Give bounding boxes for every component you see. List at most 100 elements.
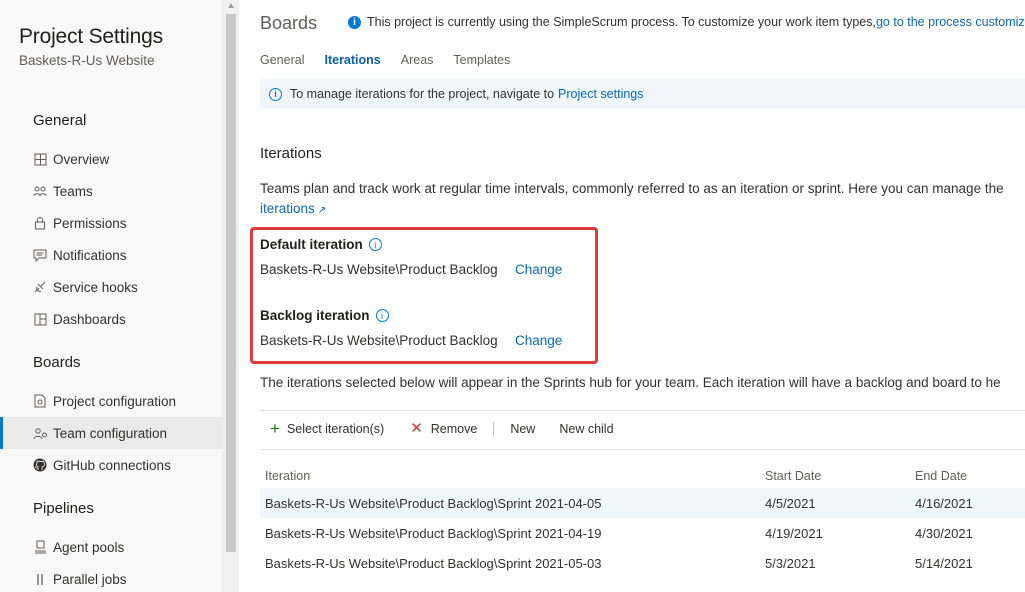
table-row[interactable]: Baskets-R-Us Website\Product Backlog\Spr…	[260, 488, 1025, 518]
sidebar-item-label: Parallel jobs	[53, 571, 127, 587]
sidebar-title: Project Settings	[19, 25, 163, 48]
close-icon: ✕	[410, 420, 423, 437]
sidebar-item-label: Service hooks	[53, 279, 138, 295]
app-window: Project Settings Baskets-R-Us Website Ge…	[0, 0, 1025, 592]
iteration-path: Baskets-R-Us Website\Product Backlog\Spr…	[265, 496, 602, 511]
iterations-learn-link[interactable]: iterations	[260, 201, 315, 216]
remove-button[interactable]: ✕ Remove	[410, 420, 478, 437]
agent-pools-icon	[32, 539, 48, 555]
info-icon[interactable]: i	[368, 238, 382, 251]
select-iterations-button[interactable]: + Select iteration(s)	[270, 419, 385, 438]
column-header-end-date[interactable]: End Date	[915, 469, 967, 483]
iterations-toolbar: + Select iteration(s) ✕ Remove New New c…	[270, 419, 630, 438]
team-config-icon	[32, 425, 48, 441]
default-iteration-label: Default iteration i	[260, 237, 382, 252]
sidebar-item-label: Agent pools	[53, 539, 125, 555]
process-info-message: i This project is currently using the Si…	[348, 15, 1025, 29]
sidebar-item-overview[interactable]: Overview	[0, 143, 222, 175]
info-icon[interactable]: i	[375, 309, 389, 322]
project-settings-link[interactable]: Project settings	[558, 87, 643, 101]
tab-iterations[interactable]: Iterations	[324, 53, 380, 67]
iterations-description: Teams plan and track work at regular tim…	[260, 179, 1004, 221]
sidebar-item-label: Teams	[53, 183, 93, 199]
sidebar-item-label: Dashboards	[53, 311, 126, 327]
sidebar-item-project-configuration[interactable]: Project configuration	[0, 385, 222, 417]
info-banner: i To manage iterations for the project, …	[260, 79, 1025, 109]
scroll-up-arrow-icon[interactable]	[228, 3, 234, 8]
section-heading-general: General	[33, 112, 87, 129]
section-heading-pipelines: Pipelines	[33, 500, 94, 517]
column-header-iteration[interactable]: Iteration	[265, 469, 310, 483]
overview-icon	[32, 151, 48, 167]
parallel-jobs-icon	[32, 571, 48, 587]
end-date: 4/30/2021	[915, 526, 973, 541]
sidebar-item-label: Permissions	[53, 215, 127, 231]
service-hooks-icon	[32, 279, 48, 295]
teams-icon	[32, 183, 48, 199]
lock-icon	[32, 215, 48, 231]
tab-general[interactable]: General	[260, 53, 304, 67]
sidebar-item-parallel-jobs[interactable]: Parallel jobs	[0, 563, 222, 592]
plus-icon: +	[270, 419, 280, 438]
new-child-button[interactable]: New child	[559, 422, 613, 436]
sidebar-item-team-configuration[interactable]: Team configuration	[0, 417, 222, 449]
iterations-selection-note: The iterations selected below will appea…	[260, 375, 1001, 390]
sidebar-item-agent-pools[interactable]: Agent pools	[0, 531, 222, 563]
external-link-icon: ↗	[317, 205, 327, 216]
sidebar-item-label: Team configuration	[53, 425, 168, 441]
sidebar-item-notifications[interactable]: Notifications	[0, 239, 222, 271]
sidebar-item-service-hooks[interactable]: Service hooks	[0, 271, 222, 303]
sidebar-item-teams[interactable]: Teams	[0, 175, 222, 207]
change-default-iteration-button[interactable]: Change	[515, 262, 562, 277]
default-iteration-label-text: Default iteration	[260, 237, 363, 252]
sidebar-item-label: Notifications	[53, 247, 127, 263]
default-iteration-value: Baskets-R-Us Website\Product Backlog	[260, 262, 498, 277]
new-child-label: New child	[559, 422, 614, 436]
process-info-text: This project is currently using the Simp…	[367, 15, 876, 29]
backlog-iteration-label-text: Backlog iteration	[260, 308, 370, 323]
backlog-iteration-label: Backlog iteration i	[260, 308, 389, 323]
sidebar: Project Settings Baskets-R-Us Website Ge…	[0, 0, 223, 592]
table-row[interactable]: Baskets-R-Us Website\Product Backlog\Spr…	[260, 548, 1025, 578]
iteration-path: Baskets-R-Us Website\Product Backlog\Spr…	[265, 556, 602, 571]
sidebar-item-github-connections[interactable]: GitHub connections	[0, 449, 222, 481]
tab-templates[interactable]: Templates	[453, 53, 510, 67]
sidebar-scrollbar[interactable]	[223, 0, 239, 592]
iteration-path: Baskets-R-Us Website\Product Backlog\Spr…	[265, 526, 602, 541]
github-icon	[32, 457, 48, 473]
sidebar-project-name: Baskets-R-Us Website	[19, 53, 155, 68]
toolbar-separator	[493, 422, 495, 436]
remove-label: Remove	[430, 422, 478, 436]
section-heading-boards: Boards	[33, 354, 81, 371]
new-button[interactable]: New	[510, 422, 535, 436]
end-date: 5/14/2021	[915, 556, 973, 571]
divider	[260, 410, 1025, 411]
project-config-icon	[32, 393, 48, 409]
page-title: Boards	[260, 13, 318, 33]
column-header-start-date[interactable]: Start Date	[765, 469, 821, 483]
sidebar-item-label: GitHub connections	[53, 457, 171, 473]
end-date: 4/16/2021	[915, 496, 973, 511]
sidebar-item-permissions[interactable]: Permissions	[0, 207, 222, 239]
start-date: 5/3/2021	[765, 556, 816, 571]
sidebar-item-dashboards[interactable]: Dashboards	[0, 303, 222, 335]
start-date: 4/19/2021	[765, 526, 823, 541]
info-icon: i	[269, 87, 282, 101]
notification-icon	[32, 247, 48, 263]
iterations-section-title: Iterations	[260, 145, 322, 162]
process-customization-link[interactable]: go to the process customization	[876, 15, 1025, 29]
table-row[interactable]: Baskets-R-Us Website\Product Backlog\Spr…	[260, 518, 1025, 548]
sidebar-item-label: Project configuration	[53, 393, 177, 409]
change-backlog-iteration-button[interactable]: Change	[515, 333, 562, 348]
select-iterations-label: Select iteration(s)	[286, 422, 385, 436]
scrollbar-thumb[interactable]	[226, 14, 236, 552]
dashboards-icon	[32, 311, 48, 327]
description-text: Teams plan and track work at regular tim…	[260, 181, 1004, 196]
backlog-iteration-value: Baskets-R-Us Website\Product Backlog	[260, 333, 498, 348]
banner-text: To manage iterations for the project, na…	[290, 87, 555, 101]
start-date: 4/5/2021	[765, 496, 816, 511]
main-content: Boards i This project is currently using…	[240, 0, 1025, 592]
new-label: New	[510, 422, 536, 436]
tab-areas[interactable]: Areas	[401, 53, 434, 67]
info-icon: i	[348, 15, 361, 29]
